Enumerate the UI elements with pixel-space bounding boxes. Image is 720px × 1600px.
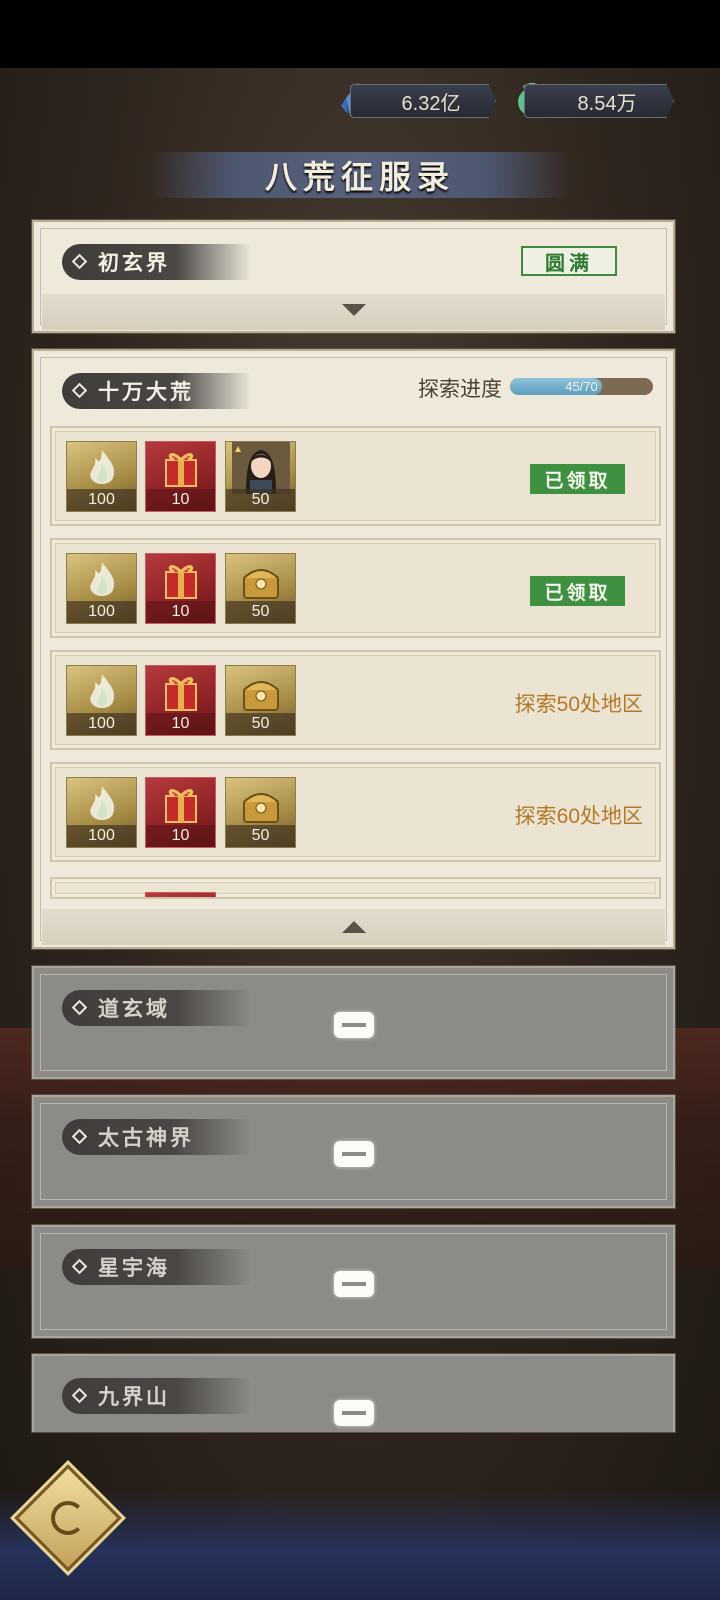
jade-currency: 8.54万 [524,84,674,118]
reward-row-partial [50,877,661,899]
progress-text: 45/70 [565,379,598,394]
reward-count: 10 [146,489,215,511]
reward-item-gold-chest[interactable]: 50 [225,665,296,736]
reward-count: 100 [67,825,136,847]
region-panel-chuxuan[interactable]: 初玄界 圆满 [32,220,675,333]
reward-row: 100 10 50 已领取 [50,426,661,526]
red-giftbox-icon [165,453,197,487]
reward-count: 100 [67,489,136,511]
reward-item-gold-chest[interactable]: 50 [225,777,296,848]
reward-item-red-giftbox[interactable]: 10 [145,777,216,848]
reward-count: 50 [226,825,295,847]
region-panel-jiujie[interactable]: 九界山 [32,1354,675,1432]
reward-count: 10 [146,825,215,847]
jade-amount: 8.54万 [577,92,637,115]
spirit-flame-icon [90,786,115,820]
diamond-icon [71,1258,88,1275]
character-portrait-icon [232,442,290,494]
reward-item-red-giftbox[interactable]: 10 [145,665,216,736]
page-title: 八荒征服录 [264,158,455,196]
region-name-taigu: 太古神界 [62,1119,252,1155]
reward-item-red-giftbox[interactable]: 10 [145,441,216,512]
diamond-icon [71,1128,88,1145]
chevron-up-icon [341,921,366,933]
reward-row: 100 10 50 探索50处地区 [50,650,661,750]
reward-item-red-giftbox[interactable]: 10 [145,553,216,624]
lock-icon [334,1400,374,1426]
spirit-flame-icon [90,450,115,484]
region-name-daoxuan: 道玄域 [62,990,252,1026]
region-panel-taigu[interactable]: 太古神界 [32,1095,675,1208]
spirit-flame-icon [90,562,115,596]
reward-count: 50 [226,713,295,735]
reward-item-spirit-flame[interactable]: 100 [66,441,137,512]
spirit-flame-icon [90,674,115,708]
diamond-icon [71,999,88,1016]
reward-item-gold-chest[interactable]: 50 [225,553,296,624]
region-name-text: 太古神界 [98,1125,194,1150]
region-name-jiujie: 九界山 [62,1378,252,1414]
lock-icon [334,1271,374,1297]
status-bar [0,0,720,68]
region-panel-shiwan[interactable]: 十万大荒 探索进度 45/70 100 10 50 已领取 100 10 50 已领取 100 1… [32,349,675,949]
red-giftbox-icon [165,565,197,599]
claimed-badge: 已领取 [530,464,625,494]
reward-count: 50 [226,489,295,511]
red-giftbox-icon [165,789,197,823]
complete-badge: 圆满 [521,246,617,276]
region-name-xingyu: 星宇海 [62,1249,252,1285]
region-name-text: 星宇海 [98,1255,170,1280]
reward-item-character-portrait[interactable]: 50 [225,441,296,512]
region-name-chuxuan: 初玄界 [62,244,252,280]
region-panel-xingyu[interactable]: 星宇海 [32,1225,675,1338]
requirement-text: 探索50处地区 [514,693,643,716]
reward-count: 100 [67,601,136,623]
chevron-down-icon [341,304,366,316]
claimed-badge: 已领取 [530,576,625,606]
diamond-icon [71,253,88,270]
region-name-shiwan: 十万大荒 [62,373,252,409]
crystal-currency: 6.32亿 [350,84,496,118]
lock-icon [334,1141,374,1167]
reward-row: 100 10 50 探索60处地区 [50,762,661,862]
region-panel-daoxuan[interactable]: 道玄域 [32,966,675,1079]
lock-icon [334,1012,374,1038]
reward-count: 10 [146,601,215,623]
diamond-icon [71,1387,88,1404]
swirl-icon [51,1501,85,1535]
reward-row: 100 10 50 已领取 [50,538,661,638]
gold-chest-icon [243,681,279,711]
progress-label: 探索进度 [418,378,502,401]
expand-toggle[interactable] [42,294,665,330]
red-giftbox-icon [165,677,197,711]
gold-chest-icon [243,793,279,823]
reward-count: 50 [226,601,295,623]
region-name-text: 初玄界 [98,250,170,275]
reward-item [145,892,216,897]
reward-item-spirit-flame[interactable]: 100 [66,777,137,848]
reward-count: 10 [146,713,215,735]
crystal-amount: 6.32亿 [401,92,461,115]
reward-item-spirit-flame[interactable]: 100 [66,553,137,624]
region-name-text: 道玄域 [98,996,170,1021]
requirement-text: 探索60处地区 [514,805,643,828]
progress-bar: 45/70 [510,378,653,395]
region-name-text: 十万大荒 [98,379,194,404]
page-title-banner: 八荒征服录 [150,152,570,198]
collapse-toggle[interactable] [42,909,665,945]
reward-item-spirit-flame[interactable]: 100 [66,665,137,736]
reward-count: 100 [67,713,136,735]
diamond-icon [71,382,88,399]
gold-chest-icon [243,569,279,599]
region-name-text: 九界山 [98,1384,170,1409]
